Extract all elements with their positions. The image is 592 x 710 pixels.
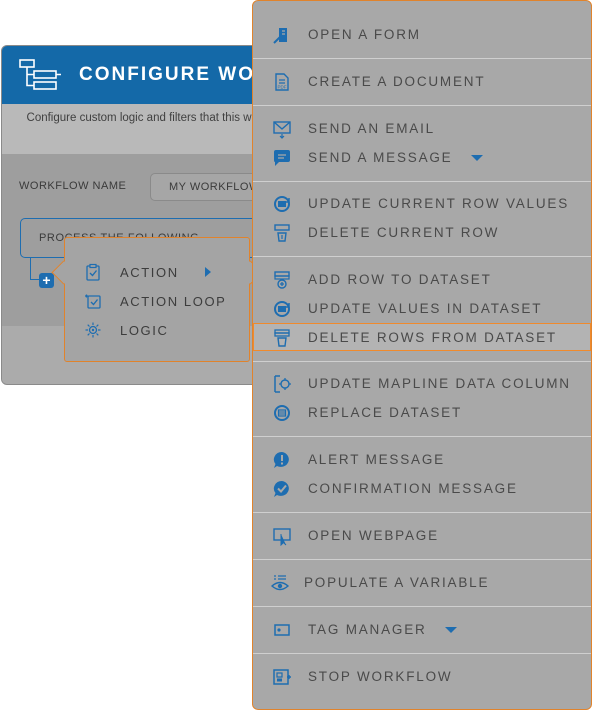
menu-item-delete-rows-dataset[interactable]: DELETE ROWS FROM DATASET — [253, 323, 591, 351]
menu-divider — [253, 606, 591, 607]
menu-item-label: SEND A MESSAGE — [308, 150, 453, 165]
tree-connector — [30, 258, 31, 280]
submenu-expand-icon — [205, 267, 211, 277]
menu-item-send-email[interactable]: SEND AN EMAIL — [253, 114, 591, 143]
submenu-item-label: LOGIC — [120, 322, 169, 338]
menu-item-label: SEND AN EMAIL — [308, 121, 435, 136]
panel-header: CONFIGURE WO — [2, 46, 292, 104]
refresh-db-icon — [274, 196, 290, 212]
monitor-cursor-icon — [273, 528, 291, 546]
pdf-document-icon: PDF — [275, 73, 289, 91]
menu-item-populate-variable[interactable]: POPULATE A VARIABLE — [253, 568, 591, 597]
menu-item-add-row[interactable]: ADD ROW TO DATASET — [253, 265, 591, 294]
panel-title: CONFIGURE WO — [79, 64, 255, 85]
chevron-down-icon[interactable] — [445, 627, 457, 633]
menu-item-label: CREATE A DOCUMENT — [308, 74, 486, 89]
menu-item-tag-manager[interactable]: TAG MANAGER — [253, 615, 591, 644]
menu-divider — [253, 181, 591, 182]
delete-row-icon — [274, 224, 290, 242]
envelope-icon — [273, 121, 291, 139]
menu-item-label: UPDATE CURRENT ROW VALUES — [308, 196, 570, 211]
alert-bubble-icon — [273, 451, 289, 468]
delete-rows-icon — [274, 329, 290, 347]
workflow-name-label: WORKFLOW NAME — [19, 180, 127, 192]
menu-item-create-document[interactable]: PDF CREATE A DOCUMENT — [253, 67, 591, 96]
menu-item-label: UPDATE VALUES IN DATASET — [308, 301, 543, 316]
menu-item-update-current-row[interactable]: UPDATE CURRENT ROW VALUES — [253, 189, 591, 218]
menu-item-label: UPDATE MAPLINE DATA COLUMN — [308, 376, 571, 391]
menu-item-confirmation-message[interactable]: CONFIRMATION MESSAGE — [253, 474, 591, 503]
menu-item-stop-workflow[interactable]: STOP WORKFLOW — [253, 662, 591, 691]
menu-item-delete-current-row[interactable]: DELETE CURRENT ROW — [253, 218, 591, 247]
menu-item-alert-message[interactable]: ALERT MESSAGE — [253, 445, 591, 474]
submenu-item-label: ACTION LOOP — [120, 293, 227, 309]
menu-divider — [253, 256, 591, 257]
menu-divider — [253, 58, 591, 59]
panel-description-text: Configure custom logic and filters that … — [26, 112, 268, 124]
replace-db-icon — [274, 405, 290, 421]
menu-item-send-message[interactable]: SEND A MESSAGE — [253, 143, 591, 172]
menu-item-label: POPULATE A VARIABLE — [304, 575, 490, 590]
submenu-item-logic[interactable]: LOGIC — [65, 316, 249, 344]
check-bubble-icon — [273, 480, 289, 497]
submenu-item-action-loop[interactable]: ACTION LOOP — [65, 287, 249, 315]
action-type-menu: OPEN A FORM PDF CREATE A DOCUMENT SEND A… — [252, 0, 592, 710]
menu-item-replace-dataset[interactable]: REPLACE DATASET — [253, 398, 591, 427]
menu-item-label: DELETE CURRENT ROW — [308, 225, 500, 240]
panel-description: Configure custom logic and filters that … — [2, 104, 292, 154]
workflow-diagram-icon — [19, 59, 61, 90]
menu-item-label: REPLACE DATASET — [308, 405, 463, 420]
menu-divider — [253, 105, 591, 106]
menu-item-label: DELETE ROWS FROM DATASET — [308, 330, 557, 345]
menu-item-label: OPEN WEBPAGE — [308, 528, 439, 543]
form-pen-icon — [273, 28, 287, 44]
menu-item-open-form[interactable]: OPEN A FORM — [253, 20, 591, 49]
menu-item-label: STOP WORKFLOW — [308, 669, 453, 684]
submenu-item-action[interactable]: ACTION — [65, 258, 249, 286]
submenu-item-label: ACTION — [120, 264, 179, 280]
add-row-icon — [274, 271, 290, 289]
step-type-submenu: ACTION ACTION LOOP LOGIC — [51, 237, 263, 362]
menu-divider — [253, 559, 591, 560]
menu-divider — [253, 361, 591, 362]
chevron-down-icon[interactable] — [471, 155, 483, 161]
menu-item-label: ADD ROW TO DATASET — [308, 272, 492, 287]
eye-list-icon — [270, 575, 290, 591]
chat-bubble-icon — [274, 150, 290, 166]
stop-workflow-icon — [273, 669, 291, 685]
menu-divider — [253, 512, 591, 513]
menu-divider — [253, 436, 591, 437]
menu-item-update-mapline-column[interactable]: UPDATE MAPLINE DATA COLUMN — [253, 369, 591, 398]
column-gear-icon — [274, 375, 291, 393]
menu-item-update-values-dataset[interactable]: UPDATE VALUES IN DATASET — [253, 294, 591, 323]
gear-logic-icon — [85, 322, 101, 338]
clipboard-check-icon — [86, 263, 100, 281]
loop-check-icon — [85, 294, 101, 309]
svg-text:PDF: PDF — [278, 85, 287, 90]
refresh-db-icon — [274, 301, 290, 317]
menu-item-open-webpage[interactable]: OPEN WEBPAGE — [253, 521, 591, 550]
menu-item-label: ALERT MESSAGE — [308, 452, 445, 467]
menu-item-label: OPEN A FORM — [308, 27, 421, 42]
menu-divider — [253, 653, 591, 654]
tag-icon — [274, 624, 290, 636]
menu-item-label: CONFIRMATION MESSAGE — [308, 481, 518, 496]
menu-item-label: TAG MANAGER — [308, 622, 427, 637]
add-step-button[interactable]: + — [39, 273, 54, 288]
